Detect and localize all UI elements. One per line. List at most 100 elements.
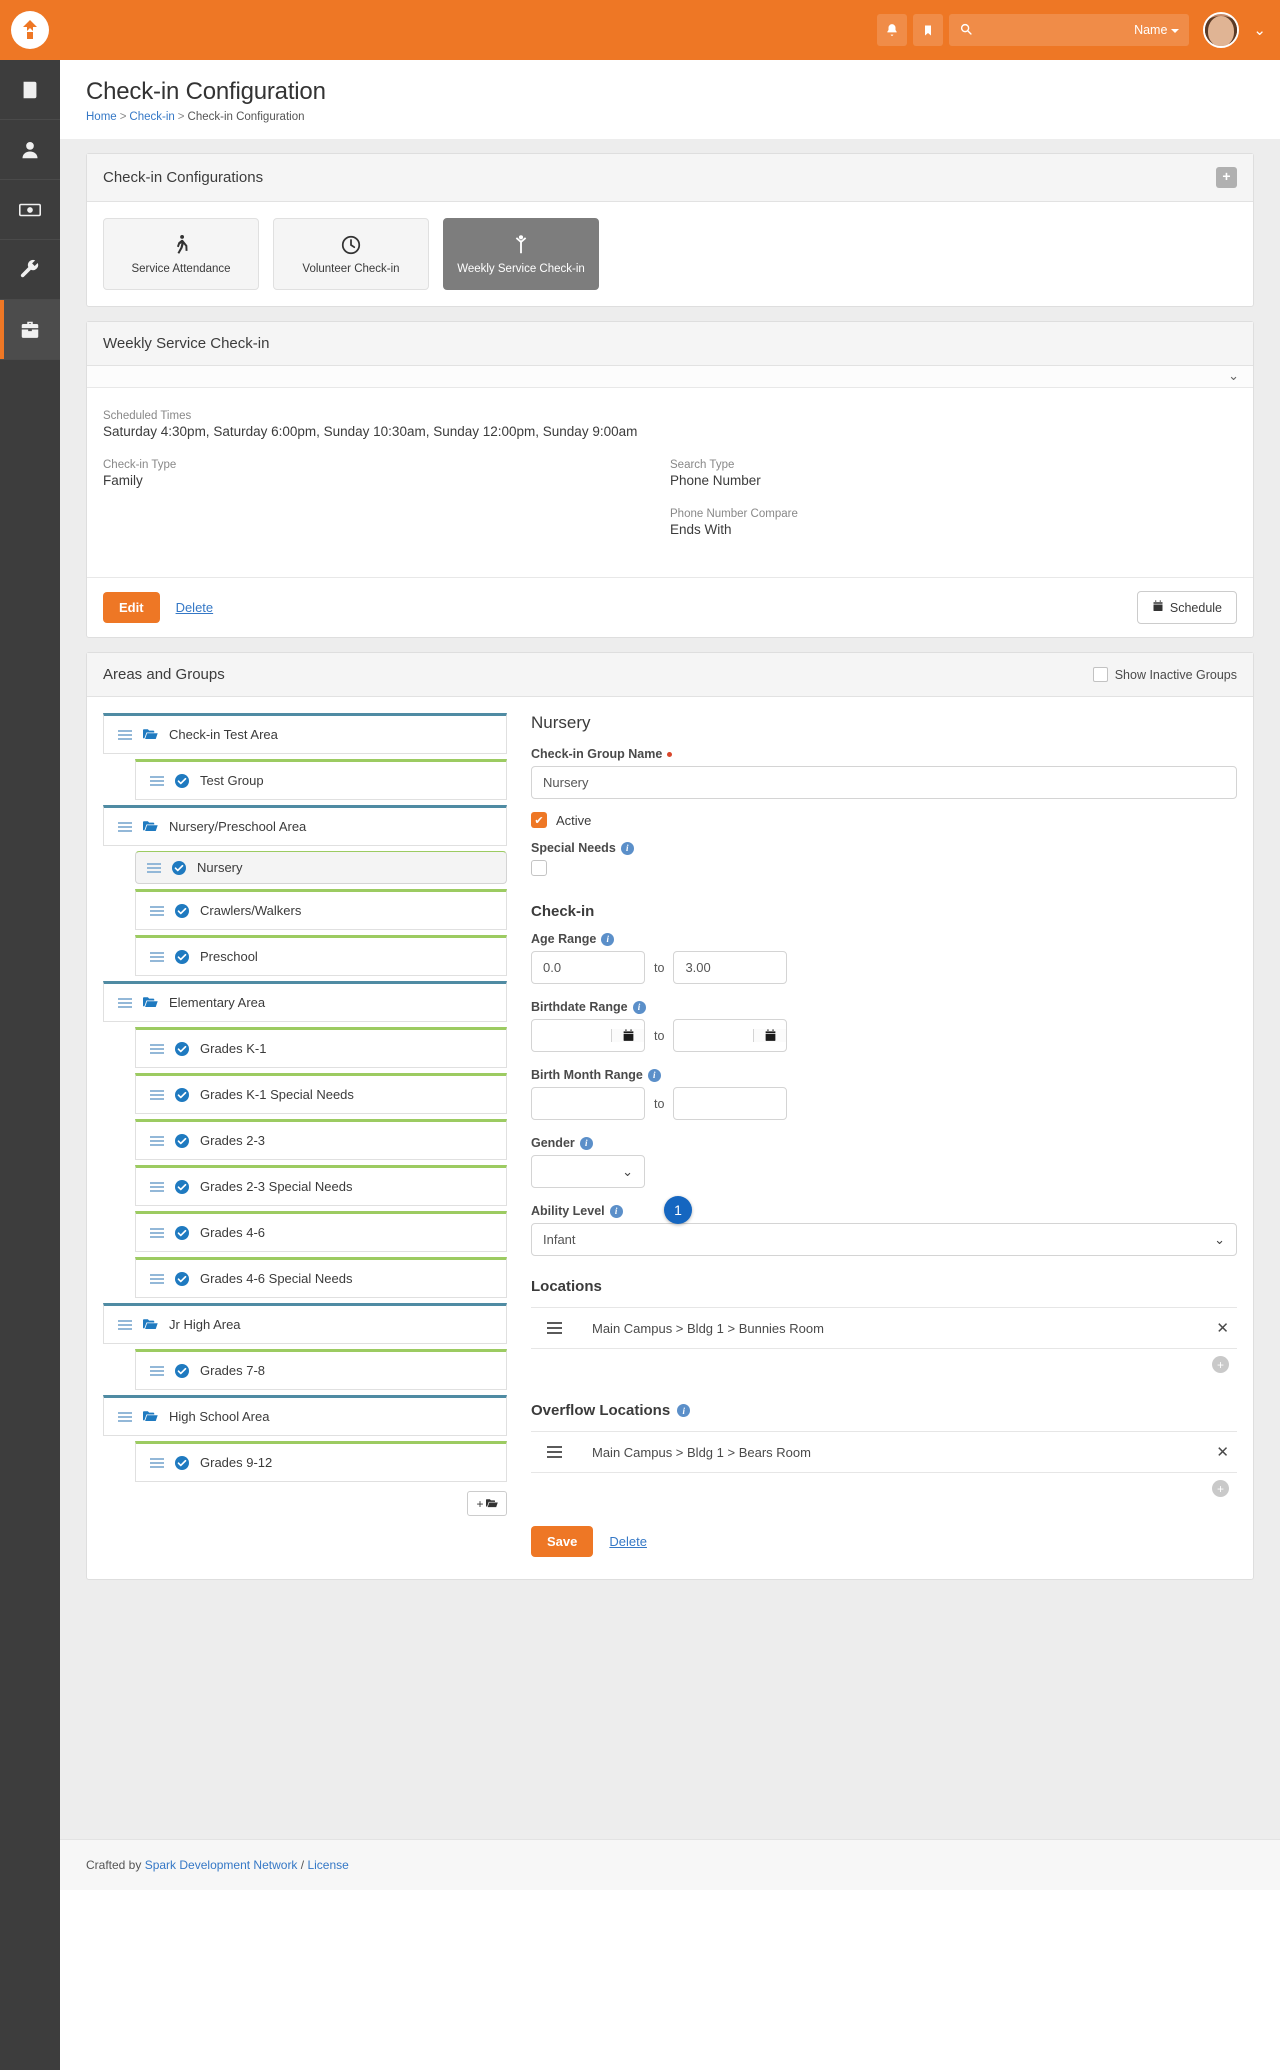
config-card-volunteer-checkin[interactable]: Volunteer Check-in xyxy=(273,218,429,290)
field-label: Check-in Type xyxy=(103,459,177,471)
drag-handle-icon[interactable] xyxy=(118,997,132,1008)
overflow-location-item[interactable]: Main Campus > Bldg 1 > Bears Room ✕ xyxy=(531,1432,1237,1473)
areas-panel-title: Areas and Groups xyxy=(103,666,225,683)
info-icon[interactable]: i xyxy=(601,932,615,946)
info-icon[interactable]: i xyxy=(609,1204,623,1218)
drag-handle-icon[interactable] xyxy=(118,821,132,832)
sidebar-item-admin[interactable] xyxy=(0,300,60,360)
app-logo[interactable] xyxy=(0,0,60,60)
info-icon[interactable]: i xyxy=(632,1000,646,1014)
drag-handle-icon[interactable] xyxy=(150,1457,164,1468)
tree-row-group[interactable]: Grades K-1 Special Needs xyxy=(135,1073,507,1114)
chevron-down-icon[interactable]: ⌄ xyxy=(1253,21,1266,39)
sidebar-item-finance[interactable] xyxy=(0,180,60,240)
drag-handle-icon[interactable] xyxy=(150,1043,164,1054)
tree-row-area[interactable]: Jr High Area xyxy=(103,1303,507,1344)
tree-row-area[interactable]: High School Area xyxy=(103,1395,507,1436)
avatar[interactable] xyxy=(1203,12,1240,48)
drag-handle-icon[interactable] xyxy=(150,1089,164,1100)
chevron-down-icon[interactable]: ⌄ xyxy=(1228,368,1239,384)
tree-row-group[interactable]: Crawlers/Walkers xyxy=(135,889,507,930)
delete-group-link[interactable]: Delete xyxy=(609,1534,647,1549)
group-name-input[interactable]: Nursery xyxy=(531,766,1237,799)
info-icon[interactable]: i xyxy=(677,1404,691,1417)
tree-row-group[interactable]: Preschool xyxy=(135,935,507,976)
drag-handle-icon[interactable] xyxy=(547,1446,562,1458)
breadcrumb-item-home[interactable]: Home xyxy=(86,111,117,123)
bookmark-icon[interactable] xyxy=(913,14,944,46)
sidebar-item-people[interactable] xyxy=(0,120,60,180)
calendar-icon[interactable] xyxy=(753,1029,787,1042)
save-button[interactable]: Save xyxy=(531,1526,594,1557)
add-area-button[interactable]: + xyxy=(467,1491,507,1516)
config-card-service-attendance[interactable]: Service Attendance xyxy=(103,218,259,290)
drag-handle-icon[interactable] xyxy=(150,1273,164,1284)
tree-row-group[interactable]: Grades 9-12 xyxy=(135,1441,507,1482)
ability-level-select[interactable]: Infant ⌄ xyxy=(531,1223,1237,1256)
detail-collapse-bar[interactable]: ⌄ xyxy=(87,366,1253,388)
breadcrumb-item-checkin[interactable]: Check-in xyxy=(129,111,174,123)
delete-link[interactable]: Delete xyxy=(176,600,214,615)
tree-row-area[interactable]: Nursery/Preschool Area xyxy=(103,805,507,846)
birthdate-max-input[interactable] xyxy=(673,1019,788,1052)
remove-overflow-location-icon[interactable]: ✕ xyxy=(1216,1443,1229,1461)
drag-handle-icon[interactable] xyxy=(118,729,132,740)
drag-handle-icon[interactable] xyxy=(150,1135,164,1146)
tree-row-group[interactable]: Grades K-1 xyxy=(135,1027,507,1068)
tree-row-group[interactable]: Grades 7-8 xyxy=(135,1349,507,1390)
search-scope-selector[interactable]: Name xyxy=(1134,23,1180,37)
drag-handle-icon[interactable] xyxy=(150,1227,164,1238)
edit-button[interactable]: Edit xyxy=(103,592,160,623)
add-location-button[interactable]: + xyxy=(1212,1356,1229,1373)
birthdate-min-input[interactable] xyxy=(531,1019,645,1052)
tree-row-area[interactable]: Elementary Area xyxy=(103,981,507,1022)
active-checkbox[interactable]: ✔ xyxy=(531,812,547,828)
drag-handle-icon[interactable] xyxy=(147,862,161,873)
footer-link-spark[interactable]: Spark Development Network xyxy=(145,1858,298,1872)
age-range-label: Age Range i xyxy=(531,932,1237,946)
tree-row-area[interactable]: Check-in Test Area xyxy=(103,713,507,754)
remove-location-icon[interactable]: ✕ xyxy=(1216,1319,1229,1337)
drag-handle-icon[interactable] xyxy=(118,1411,132,1422)
calendar-icon[interactable] xyxy=(611,1029,644,1042)
info-icon[interactable]: i xyxy=(579,1136,593,1150)
drag-handle-icon[interactable] xyxy=(150,905,164,916)
birth-month-max-input[interactable] xyxy=(673,1087,788,1120)
age-max-input[interactable]: 3.00 xyxy=(673,951,788,984)
add-overflow-location-button[interactable]: + xyxy=(1212,1480,1229,1497)
config-card-weekly-service-checkin[interactable]: Weekly Service Check-in xyxy=(443,218,599,290)
info-icon[interactable]: i xyxy=(620,841,634,855)
special-needs-checkbox[interactable] xyxy=(531,860,547,876)
drag-handle-icon[interactable] xyxy=(547,1322,562,1334)
tree-row-group[interactable]: Grades 4-6 Special Needs xyxy=(135,1257,507,1298)
drag-handle-icon[interactable] xyxy=(150,775,164,786)
sidebar-item-tools[interactable] xyxy=(0,240,60,300)
age-min-input[interactable]: 0.0 xyxy=(531,951,645,984)
overflow-locations-list: Main Campus > Bldg 1 > Bears Room ✕ xyxy=(531,1431,1237,1473)
tree-row-group[interactable]: Test Group xyxy=(135,759,507,800)
tree-row-group-selected[interactable]: Nursery xyxy=(135,851,507,884)
schedule-button[interactable]: Schedule xyxy=(1136,591,1237,624)
search-input[interactable]: Name xyxy=(949,14,1190,46)
tree-row-group[interactable]: Grades 2-3 Special Needs xyxy=(135,1165,507,1206)
sidebar-item-content[interactable] xyxy=(0,60,60,120)
birth-month-min-input[interactable] xyxy=(531,1087,645,1120)
drag-handle-icon[interactable] xyxy=(150,1181,164,1192)
show-inactive-groups-toggle[interactable]: Show Inactive Groups xyxy=(1092,667,1237,682)
drag-handle-icon[interactable] xyxy=(150,1365,164,1376)
footer-link-license[interactable]: License xyxy=(307,1858,348,1872)
active-checkbox-row[interactable]: ✔ Active xyxy=(531,812,1237,828)
tree-row-group[interactable]: Grades 4-6 xyxy=(135,1211,507,1252)
info-icon[interactable]: i xyxy=(647,1068,661,1082)
gender-select[interactable]: ⌄ xyxy=(531,1155,645,1188)
show-inactive-checkbox[interactable] xyxy=(1092,667,1108,682)
birthdate-range-inputs: to xyxy=(531,1019,1237,1052)
tree-item-label: Grades 4-6 Special Needs xyxy=(200,1271,353,1286)
tree-row-group[interactable]: Grades 2-3 xyxy=(135,1119,507,1160)
drag-handle-icon[interactable] xyxy=(150,951,164,962)
bell-icon[interactable] xyxy=(877,14,908,46)
location-item[interactable]: Main Campus > Bldg 1 > Bunnies Room ✕ xyxy=(531,1308,1237,1349)
caret-down-icon xyxy=(1171,28,1180,33)
add-configuration-button[interactable]: + xyxy=(1216,167,1237,188)
drag-handle-icon[interactable] xyxy=(118,1319,132,1330)
